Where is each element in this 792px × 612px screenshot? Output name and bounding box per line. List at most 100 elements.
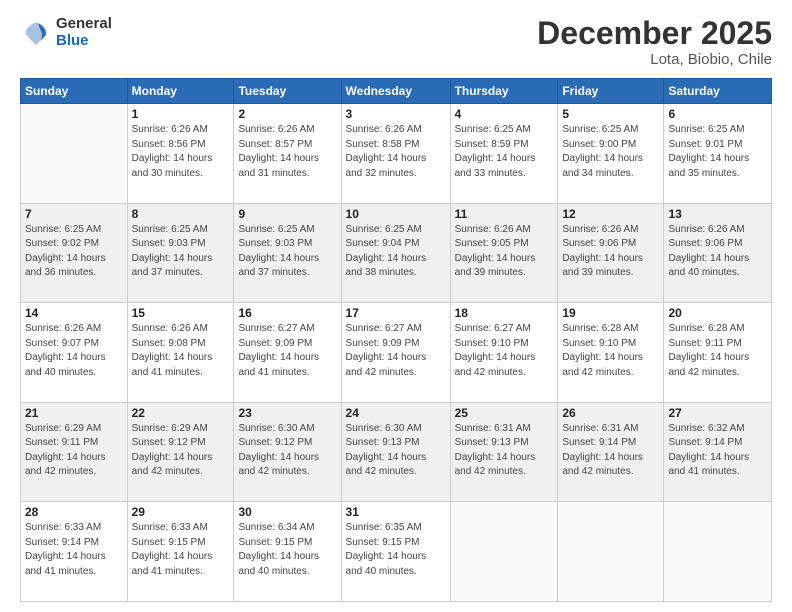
day-info: Sunrise: 6:25 AM Sunset: 8:59 PM Dayligh… <box>455 123 554 181</box>
logo: General Blue <box>20 16 112 49</box>
calendar-week-row: 14Sunrise: 6:26 AM Sunset: 9:07 PM Dayli… <box>21 303 772 403</box>
day-number: 9 <box>238 207 336 221</box>
calendar-cell <box>664 502 772 602</box>
calendar-week-row: 21 Sunrise: 6:29 AM Sunset: 9:11 PM Dayli… <box>21 402 772 502</box>
day-number: 29 <box>132 505 230 519</box>
calendar-cell: 14Sunrise: 6:26 AM Sunset: 9:07 PM Dayli… <box>21 303 128 403</box>
calendar-cell: 24 Sunrise: 6:30 AM Sunset: 9:13 PM Dayli… <box>341 402 450 502</box>
day-number: 28 <box>25 505 123 519</box>
day-number: 27 <box>668 406 767 420</box>
calendar-cell: 29Sunrise: 6:33 AM Sunset: 9:15 PM Dayli… <box>127 502 234 602</box>
weekday-header: Wednesday <box>341 79 450 104</box>
weekday-header-row: SundayMondayTuesdayWednesdayThursdayFrid… <box>21 79 772 104</box>
day-info: Sunrise: 6:30 AM Sunset: 9:12 PM Dayligh… <box>238 422 336 480</box>
day-number: 4 <box>455 107 554 121</box>
weekday-header: Monday <box>127 79 234 104</box>
day-info: Sunrise: 6:26 AM Sunset: 8:56 PM Dayligh… <box>132 123 230 181</box>
day-info: Sunrise: 6:28 AM Sunset: 9:11 PM Dayligh… <box>668 322 767 380</box>
calendar-cell <box>21 104 128 204</box>
day-number: 26 <box>562 406 659 420</box>
calendar-table: SundayMondayTuesdayWednesdayThursdayFrid… <box>20 78 772 602</box>
day-info: Sunrise: 6:33 AM Sunset: 9:14 PM Dayligh… <box>25 521 123 579</box>
calendar-cell: 31 Sunrise: 6:35 AM Sunset: 9:15 PM Dayli… <box>341 502 450 602</box>
calendar-subtitle: Lota, Biobio, Chile <box>537 51 772 68</box>
calendar-cell: 6 Sunrise: 6:25 AM Sunset: 9:01 PM Daylig… <box>664 104 772 204</box>
day-info: Sunrise: 6:26 AM Sunset: 9:08 PM Dayligh… <box>132 322 230 380</box>
day-info: Sunrise: 6:31 AM Sunset: 9:14 PM Dayligh… <box>562 422 659 480</box>
day-info: Sunrise: 6:28 AM Sunset: 9:10 PM Dayligh… <box>562 322 659 380</box>
day-info: Sunrise: 6:27 AM Sunset: 9:09 PM Dayligh… <box>346 322 446 380</box>
calendar-cell: 2 Sunrise: 6:26 AM Sunset: 8:57 PM Daylig… <box>234 104 341 204</box>
weekday-header: Friday <box>558 79 664 104</box>
calendar-cell: 8Sunrise: 6:25 AM Sunset: 9:03 PM Daylig… <box>127 203 234 303</box>
day-number: 11 <box>455 207 554 221</box>
day-number: 8 <box>132 207 230 221</box>
day-info: Sunrise: 6:26 AM Sunset: 8:57 PM Dayligh… <box>238 123 336 181</box>
calendar-week-row: 28 Sunrise: 6:33 AM Sunset: 9:14 PM Dayli… <box>21 502 772 602</box>
day-number: 21 <box>25 406 123 420</box>
day-info: Sunrise: 6:26 AM Sunset: 9:05 PM Dayligh… <box>455 223 554 281</box>
calendar-cell: 23 Sunrise: 6:30 AM Sunset: 9:12 PM Dayli… <box>234 402 341 502</box>
day-number: 20 <box>668 306 767 320</box>
logo-blue: Blue <box>56 33 112 50</box>
day-number: 22 <box>132 406 230 420</box>
day-info: Sunrise: 6:29 AM Sunset: 9:12 PM Dayligh… <box>132 422 230 480</box>
calendar-cell: 21 Sunrise: 6:29 AM Sunset: 9:11 PM Dayli… <box>21 402 128 502</box>
calendar-cell: 11 Sunrise: 6:26 AM Sunset: 9:05 PM Dayli… <box>450 203 558 303</box>
day-number: 1 <box>132 107 230 121</box>
header: General Blue December 2025 Lota, Biobio,… <box>20 16 772 68</box>
calendar-cell <box>450 502 558 602</box>
day-number: 30 <box>238 505 336 519</box>
calendar-cell: 7Sunrise: 6:25 AM Sunset: 9:02 PM Daylig… <box>21 203 128 303</box>
calendar-cell: 28 Sunrise: 6:33 AM Sunset: 9:14 PM Dayli… <box>21 502 128 602</box>
day-number: 6 <box>668 107 767 121</box>
calendar-cell: 19Sunrise: 6:28 AM Sunset: 9:10 PM Dayli… <box>558 303 664 403</box>
calendar-cell: 1 Sunrise: 6:26 AM Sunset: 8:56 PM Daylig… <box>127 104 234 204</box>
day-number: 31 <box>346 505 446 519</box>
day-number: 2 <box>238 107 336 121</box>
day-number: 23 <box>238 406 336 420</box>
calendar-cell: 3Sunrise: 6:26 AM Sunset: 8:58 PM Daylig… <box>341 104 450 204</box>
day-number: 18 <box>455 306 554 320</box>
day-info: Sunrise: 6:25 AM Sunset: 9:02 PM Dayligh… <box>25 223 123 281</box>
day-info: Sunrise: 6:27 AM Sunset: 9:09 PM Dayligh… <box>238 322 336 380</box>
day-info: Sunrise: 6:27 AM Sunset: 9:10 PM Dayligh… <box>455 322 554 380</box>
calendar-cell: 22 Sunrise: 6:29 AM Sunset: 9:12 PM Dayli… <box>127 402 234 502</box>
calendar-cell: 16 Sunrise: 6:27 AM Sunset: 9:09 PM Dayli… <box>234 303 341 403</box>
day-info: Sunrise: 6:25 AM Sunset: 9:01 PM Dayligh… <box>668 123 767 181</box>
calendar-cell: 9 Sunrise: 6:25 AM Sunset: 9:03 PM Daylig… <box>234 203 341 303</box>
calendar-week-row: 1 Sunrise: 6:26 AM Sunset: 8:56 PM Daylig… <box>21 104 772 204</box>
weekday-header: Saturday <box>664 79 772 104</box>
day-number: 3 <box>346 107 446 121</box>
logo-text: General Blue <box>56 16 112 49</box>
day-number: 16 <box>238 306 336 320</box>
weekday-header: Tuesday <box>234 79 341 104</box>
day-info: Sunrise: 6:34 AM Sunset: 9:15 PM Dayligh… <box>238 521 336 579</box>
calendar-cell: 5Sunrise: 6:25 AM Sunset: 9:00 PM Daylig… <box>558 104 664 204</box>
calendar-cell: 27Sunrise: 6:32 AM Sunset: 9:14 PM Dayli… <box>664 402 772 502</box>
title-block: December 2025 Lota, Biobio, Chile <box>537 16 772 68</box>
day-info: Sunrise: 6:25 AM Sunset: 9:04 PM Dayligh… <box>346 223 446 281</box>
calendar-cell: 25 Sunrise: 6:31 AM Sunset: 9:13 PM Dayli… <box>450 402 558 502</box>
calendar-title: December 2025 <box>537 16 772 51</box>
day-number: 24 <box>346 406 446 420</box>
day-info: Sunrise: 6:26 AM Sunset: 9:06 PM Dayligh… <box>562 223 659 281</box>
day-number: 15 <box>132 306 230 320</box>
calendar-cell: 4 Sunrise: 6:25 AM Sunset: 8:59 PM Daylig… <box>450 104 558 204</box>
calendar-cell: 17Sunrise: 6:27 AM Sunset: 9:09 PM Dayli… <box>341 303 450 403</box>
day-info: Sunrise: 6:25 AM Sunset: 9:03 PM Dayligh… <box>238 223 336 281</box>
day-info: Sunrise: 6:29 AM Sunset: 9:11 PM Dayligh… <box>25 422 123 480</box>
day-info: Sunrise: 6:30 AM Sunset: 9:13 PM Dayligh… <box>346 422 446 480</box>
calendar-cell <box>558 502 664 602</box>
day-number: 5 <box>562 107 659 121</box>
day-info: Sunrise: 6:26 AM Sunset: 9:06 PM Dayligh… <box>668 223 767 281</box>
weekday-header: Sunday <box>21 79 128 104</box>
day-number: 25 <box>455 406 554 420</box>
day-number: 12 <box>562 207 659 221</box>
calendar-cell: 18 Sunrise: 6:27 AM Sunset: 9:10 PM Dayli… <box>450 303 558 403</box>
day-info: Sunrise: 6:35 AM Sunset: 9:15 PM Dayligh… <box>346 521 446 579</box>
calendar-cell: 10 Sunrise: 6:25 AM Sunset: 9:04 PM Dayli… <box>341 203 450 303</box>
day-info: Sunrise: 6:31 AM Sunset: 9:13 PM Dayligh… <box>455 422 554 480</box>
calendar-cell: 13Sunrise: 6:26 AM Sunset: 9:06 PM Dayli… <box>664 203 772 303</box>
day-number: 10 <box>346 207 446 221</box>
